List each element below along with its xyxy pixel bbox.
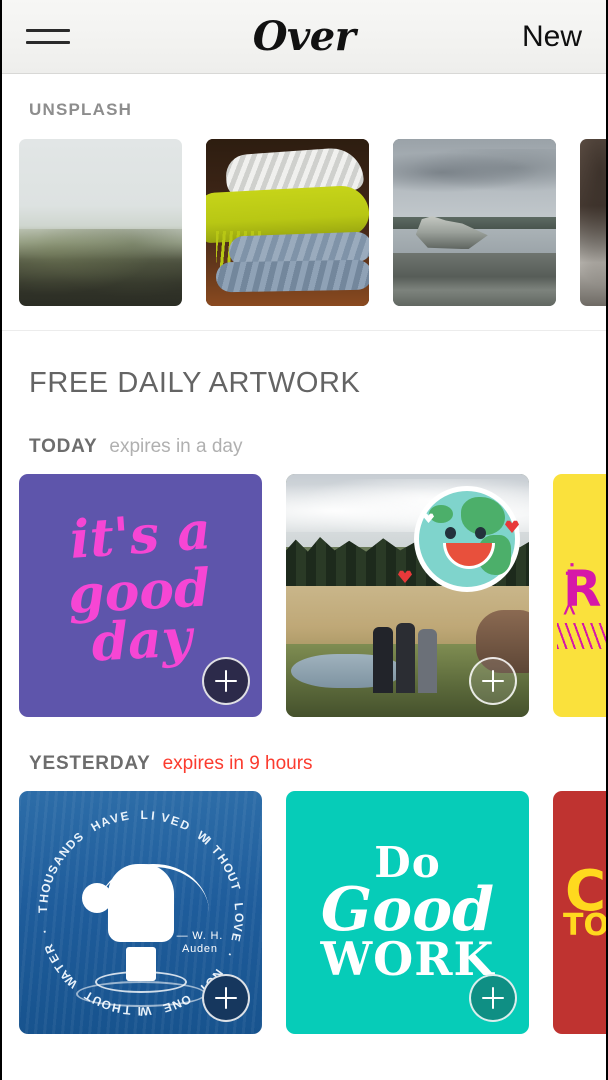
- hamburger-line: [26, 29, 70, 32]
- ring-character: L: [140, 807, 149, 822]
- clouds: [393, 149, 556, 196]
- add-artwork-button[interactable]: [469, 657, 517, 705]
- unsplash-thumb-shipwreck-on-shore[interactable]: [393, 139, 556, 306]
- add-artwork-button[interactable]: [202, 657, 250, 705]
- shore: [393, 252, 556, 306]
- smiling-globe-sticker-icon: [414, 486, 520, 592]
- group-day-label: TODAY: [29, 436, 98, 457]
- lettering-line-3: WORK: [320, 932, 495, 987]
- artwork-group-yesterday: YESTERDAY expires in 9 hours THOUSANDS H…: [2, 753, 606, 1034]
- unsplash-section: UNSPLASH: [2, 74, 606, 330]
- group-day-label: YESTERDAY: [29, 753, 151, 774]
- globe-eye: [445, 527, 456, 539]
- group-expiry-label: expires in a day: [109, 436, 243, 457]
- artwork-card-row-yesterday[interactable]: THOUSANDS HAVE LIVED WITHOUT LOVE · NOT …: [2, 791, 606, 1034]
- hamburger-icon[interactable]: [26, 22, 70, 52]
- person: [395, 623, 415, 693]
- ring-character: ·: [36, 927, 52, 935]
- app-header: Over New: [2, 0, 606, 74]
- attribution-line-1: — W. H.: [176, 929, 224, 942]
- artwork-card-its-a-good-day[interactable]: it's a good day: [19, 474, 262, 717]
- group-header: TODAY expires in a day: [2, 436, 606, 458]
- ring-character: E: [227, 931, 244, 943]
- attribution-line-2: Auden: [181, 943, 218, 956]
- ring-character: V: [230, 922, 245, 932]
- artwork-card-globe-sticker-photo[interactable]: [286, 474, 529, 717]
- unsplash-thumb-stacked-knit-blankets[interactable]: [206, 139, 369, 306]
- ring-character: O: [231, 912, 246, 923]
- person: [373, 627, 393, 693]
- add-artwork-button[interactable]: [469, 974, 517, 1022]
- lettering-line-1: it's a: [68, 500, 213, 572]
- free-daily-artwork-section: FREE DAILY ARTWORK TODAY expires in a da…: [2, 331, 606, 1034]
- person: [417, 628, 437, 693]
- unsplash-thumb-rocky-beach[interactable]: [580, 139, 606, 306]
- add-artwork-button[interactable]: [202, 974, 250, 1022]
- new-button[interactable]: New: [522, 20, 582, 54]
- water-ripple: [75, 980, 206, 1007]
- ring-character: ·: [221, 949, 237, 960]
- lettering-line-2: Good: [320, 875, 495, 946]
- ring-character: L: [231, 901, 246, 911]
- unsplash-thumbnail-row[interactable]: [2, 139, 606, 306]
- globe-eye: [475, 527, 486, 539]
- ring-character: H: [36, 892, 51, 903]
- artwork-card-yellow-artwork[interactable]: ∴ ^ R: [553, 474, 606, 717]
- artwork-card-do-good-work[interactable]: Do Good WORK: [286, 791, 529, 1034]
- grey-blanket-bottom: [215, 259, 369, 293]
- artwork-card-red-artwork[interactable]: CH TO: [553, 791, 608, 1034]
- ring-character: T: [35, 904, 50, 913]
- over-logo: Over: [252, 13, 356, 60]
- group-header: YESTERDAY expires in 9 hours: [2, 753, 606, 775]
- ray-decoration: [557, 622, 606, 649]
- group-expiry-label: expires in 9 hours: [162, 753, 313, 774]
- unsplash-label: UNSPLASH: [29, 100, 133, 119]
- hand-icon: [107, 863, 174, 942]
- ring-character: I: [150, 808, 156, 823]
- artwork-lettering: R: [563, 560, 602, 619]
- artwork-group-today: TODAY expires in a day it's a good day ∴…: [2, 436, 606, 717]
- quote-attribution: — W. H. Auden: [177, 930, 224, 958]
- page-title: FREE DAILY ARTWORK: [29, 367, 361, 399]
- artwork-lettering-secondary: TO: [563, 907, 608, 943]
- unsplash-thumb-misty-forest-landscape[interactable]: [19, 139, 182, 306]
- hamburger-line: [26, 41, 70, 44]
- artwork-card-row-today[interactable]: it's a good day ∴ ^ R: [2, 474, 606, 717]
- artwork-card-wh-auden-water-quote[interactable]: THOUSANDS HAVE LIVED WITHOUT LOVE · NOT …: [19, 791, 262, 1034]
- lettering-line-2: good day: [66, 557, 212, 674]
- app-root: Over New UNSPLASH FREE DAILY ARTWORK TOD…: [0, 0, 608, 1080]
- group-of-people: [373, 620, 437, 693]
